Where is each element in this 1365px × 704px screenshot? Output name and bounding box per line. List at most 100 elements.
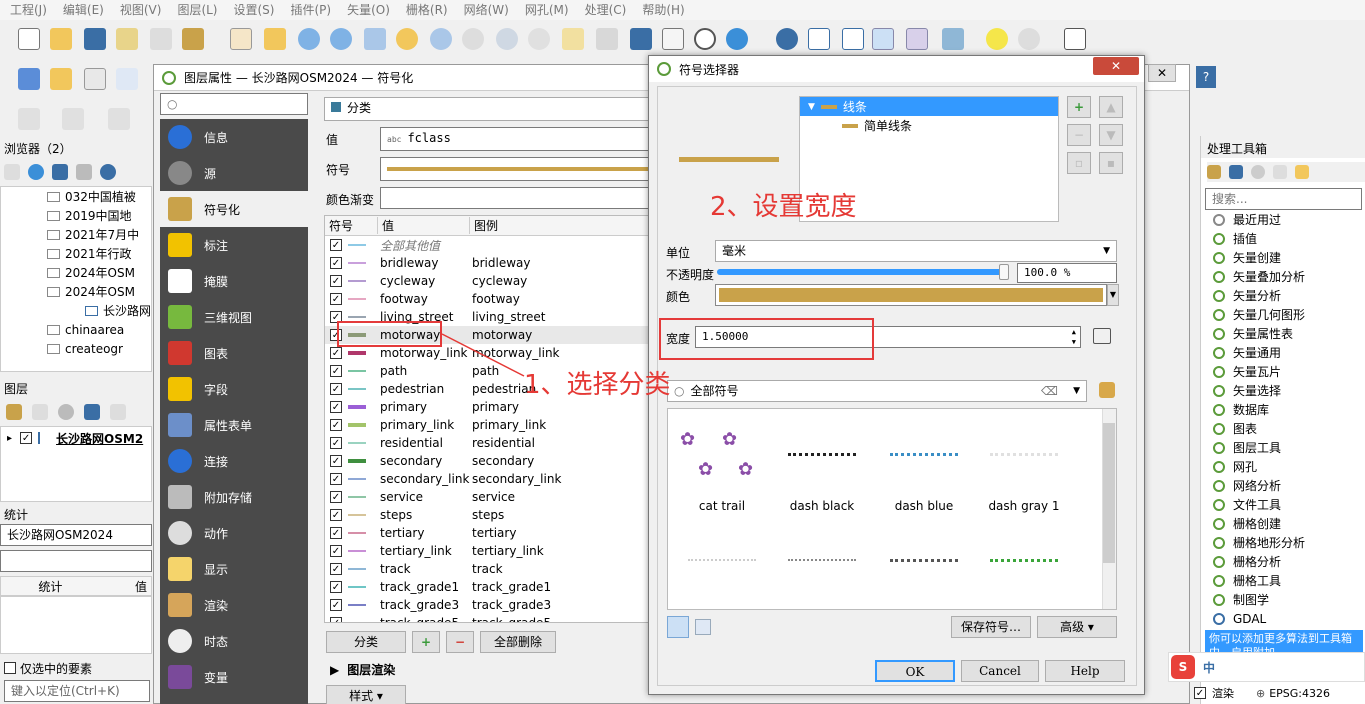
class-symbol-swatch[interactable] [348, 514, 366, 516]
new-map-view-icon[interactable] [562, 28, 584, 50]
statistics-icon[interactable] [906, 28, 928, 50]
menu-plugins[interactable]: 插件(P) [290, 0, 331, 20]
style-manager-icon[interactable] [182, 28, 204, 50]
class-value[interactable]: pedestrian [380, 382, 472, 396]
remove-class-button[interactable]: − [446, 631, 474, 653]
nav-item-source[interactable]: 源 [160, 155, 308, 191]
add-raster-icon[interactable] [50, 68, 72, 90]
pan-to-selection-icon[interactable] [264, 28, 286, 50]
zoom-in-icon[interactable] [298, 28, 320, 50]
zoom-selection-icon[interactable] [396, 28, 418, 50]
class-checkbox[interactable]: ✓ [330, 599, 342, 611]
menu-help[interactable]: 帮助(H) [642, 0, 684, 20]
class-legend[interactable]: steps [472, 508, 504, 522]
data-defined-override-icon[interactable] [1093, 328, 1111, 344]
list-view-button[interactable] [695, 619, 711, 635]
move-down-button[interactable]: ▼ [1099, 124, 1123, 146]
nav-item-symbology[interactable]: 符号化 [160, 191, 308, 227]
browser-item[interactable]: 2021年7月中 [1, 225, 151, 244]
class-legend[interactable]: service [472, 490, 515, 504]
dash-gray-swatch[interactable] [990, 453, 1058, 456]
filter-legend-icon[interactable] [84, 404, 100, 420]
temporal-controller-icon[interactable] [694, 28, 716, 50]
layer-rendering-section[interactable]: ▶ 图层渲染 [330, 661, 395, 678]
class-value[interactable]: footway [380, 292, 472, 306]
table-row[interactable]: ✓ track_grade5track_grade5 [325, 614, 653, 622]
move-up-button[interactable]: ▲ [1099, 96, 1123, 118]
digitize-icon[interactable] [116, 68, 138, 90]
gallery-swatch[interactable] [788, 559, 856, 561]
filter-icon[interactable] [52, 164, 68, 180]
lock-button[interactable]: ▪ [1099, 152, 1123, 174]
class-checkbox[interactable]: ✓ [330, 275, 342, 287]
class-symbol-swatch[interactable] [348, 423, 366, 427]
info-icon[interactable] [100, 164, 116, 180]
toolbox-item[interactable]: 栅格工具 [1201, 571, 1365, 590]
class-symbol-swatch[interactable] [348, 351, 366, 355]
gallery-swatch[interactable] [688, 559, 756, 561]
class-symbol-swatch[interactable] [348, 442, 366, 444]
menu-web[interactable]: 网络(W) [464, 0, 509, 20]
nav-item-joins[interactable]: 连接 [160, 443, 308, 479]
menu-project[interactable]: 工程(J) [10, 0, 47, 20]
decorations-icon[interactable] [1018, 28, 1040, 50]
style-panel-icon[interactable] [6, 404, 22, 420]
toolbox-item[interactable]: GDAL [1201, 609, 1365, 628]
table-row[interactable]: ✓ bridleway bridleway [325, 254, 653, 272]
class-checkbox[interactable]: ✓ [330, 491, 342, 503]
menu-raster[interactable]: 栅格(R) [406, 0, 448, 20]
new-3d-view-icon[interactable] [596, 28, 618, 50]
class-legend[interactable]: bridleway [472, 256, 531, 270]
toolbox-item[interactable]: 矢量叠加分析 [1201, 267, 1365, 286]
show-bookmarks-icon[interactable] [662, 28, 684, 50]
class-checkbox[interactable]: ✓ [330, 617, 342, 622]
class-legend[interactable]: living_street [472, 310, 545, 324]
add-layer-icon[interactable] [18, 68, 40, 90]
opacity-slider[interactable] [717, 264, 1009, 280]
nav-item-auxiliary-storage[interactable]: 附加存储 [160, 479, 308, 515]
class-legend[interactable]: secondary_link [472, 472, 561, 486]
toolbox-item[interactable]: 插值 [1201, 229, 1365, 248]
refresh-icon[interactable] [726, 28, 748, 50]
class-symbol-swatch[interactable] [348, 568, 366, 570]
class-value[interactable]: track [380, 562, 472, 576]
classify-button[interactable]: 分类 [326, 631, 406, 653]
class-checkbox[interactable]: ✓ [330, 545, 342, 557]
nav-item-actions[interactable]: 动作 [160, 515, 308, 551]
deselect-icon[interactable] [108, 108, 130, 130]
table-row[interactable]: ✓ cycleway cycleway [325, 272, 653, 290]
nav-item-labels[interactable]: 标注 [160, 227, 308, 263]
advanced-button[interactable]: 高级 ▾ [1037, 616, 1117, 638]
menu-settings[interactable]: 设置(S) [234, 0, 275, 20]
class-checkbox[interactable]: ✓ [330, 239, 342, 251]
layer-item[interactable]: ▸ ✓ 长沙路网OSM2 [1, 427, 151, 449]
add-symbol-layer-button[interactable]: + [1067, 96, 1091, 118]
select-features-icon[interactable] [18, 108, 40, 130]
collapse-all-icon[interactable] [76, 164, 92, 180]
cancel-button[interactable]: Cancel [961, 660, 1039, 682]
class-value[interactable]: secondary_link [380, 472, 472, 486]
class-symbol-swatch[interactable] [348, 244, 366, 246]
stats-field-select[interactable] [0, 550, 152, 572]
table-row[interactable]: ✓ footway footway [325, 290, 653, 308]
opacity-handle[interactable] [999, 264, 1009, 280]
class-value[interactable]: track_grade5 [380, 616, 472, 622]
class-symbol-swatch[interactable] [348, 262, 366, 264]
nav-item-variables[interactable]: 变量 [160, 659, 308, 695]
toolbox-item[interactable]: 制图学 [1201, 590, 1365, 609]
class-legend[interactable]: track_grade5 [472, 616, 551, 622]
nav-item-display[interactable]: 显示 [160, 551, 308, 587]
style-button[interactable]: 样式 ▾ [326, 685, 406, 704]
selected-only-checkbox[interactable] [4, 662, 16, 674]
toolbox-item[interactable]: 网孔 [1201, 457, 1365, 476]
nav-item-temporal[interactable]: 时态 [160, 623, 308, 659]
field-calculator-icon[interactable] [842, 28, 864, 50]
dash-black-swatch[interactable] [788, 453, 856, 456]
toolbox-item[interactable]: 网络分析 [1201, 476, 1365, 495]
open-project-icon[interactable] [50, 28, 72, 50]
class-legend[interactable]: tertiary [472, 526, 516, 540]
class-checkbox[interactable]: ✓ [330, 581, 342, 593]
add-group-icon[interactable] [32, 404, 48, 420]
class-value[interactable]: steps [380, 508, 472, 522]
class-legend[interactable]: residential [472, 436, 535, 450]
